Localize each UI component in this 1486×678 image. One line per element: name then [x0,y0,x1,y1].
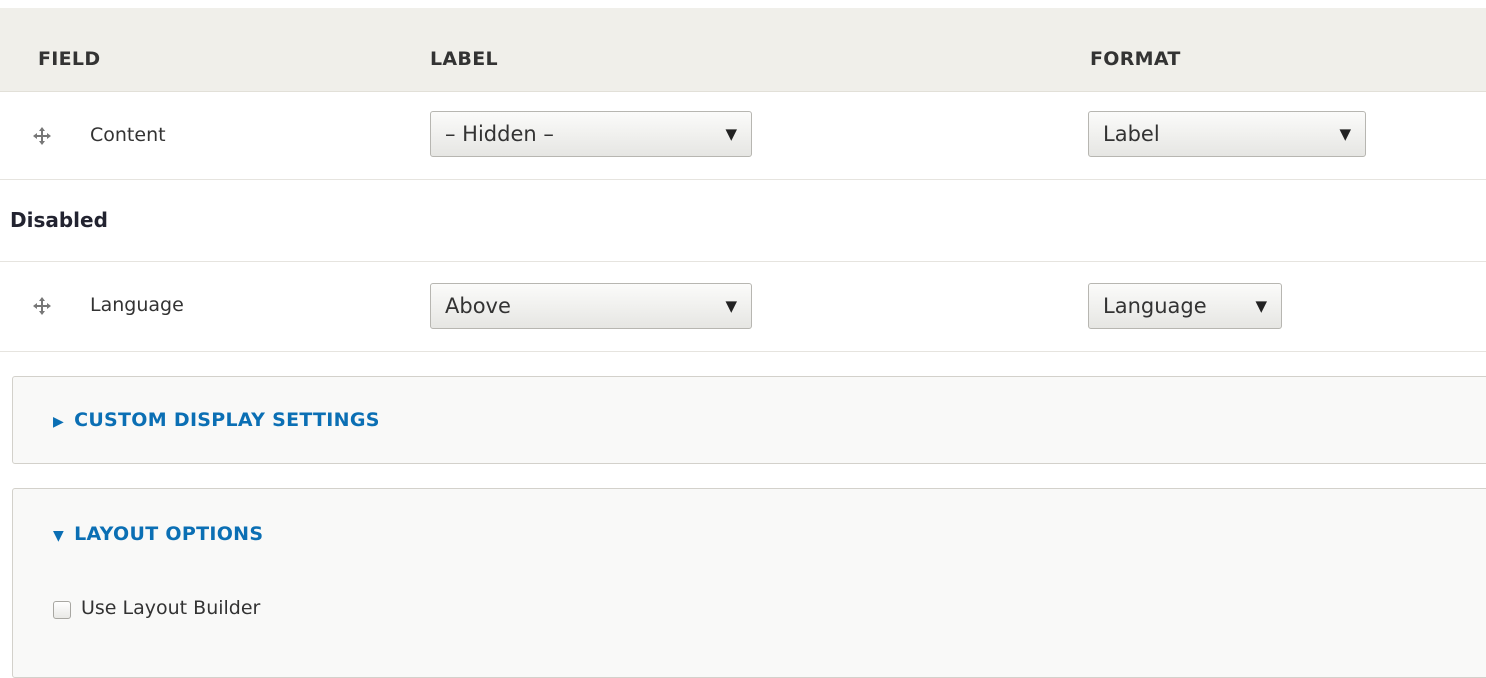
triangle-right-icon: ▶ [53,414,65,430]
use-layout-builder-label[interactable]: Use Layout Builder [81,597,260,619]
triangle-down-icon: ▼ [1255,297,1267,315]
label-select-value: Above [445,294,511,318]
custom-display-settings-details: ▶ CUSTOM DISPLAY SETTINGS [12,376,1486,464]
label-select-content[interactable]: – Hidden – ▼ [430,111,752,157]
table-row-language: Language Above ▼ Language ▼ [0,262,1486,352]
triangle-down-icon: ▼ [1339,125,1351,143]
header-format: FORMAT [1090,48,1181,70]
layout-options-toggle[interactable]: ▼ LAYOUT OPTIONS [53,523,263,545]
use-layout-builder-checkbox[interactable] [53,601,71,619]
format-select-value: Language [1103,294,1207,318]
triangle-down-icon: ▼ [725,125,737,143]
header-label: LABEL [430,48,498,70]
field-name-language: Language [90,294,184,316]
table-row-content: Content – Hidden – ▼ Label ▼ [0,92,1486,180]
drag-handle-icon[interactable] [32,126,52,146]
format-select-content[interactable]: Label ▼ [1088,111,1366,157]
custom-display-settings-toggle[interactable]: ▶ CUSTOM DISPLAY SETTINGS [53,409,380,431]
field-name-content: Content [90,124,166,146]
label-select-value: – Hidden – [445,122,554,146]
triangle-down-icon: ▼ [725,297,737,315]
label-select-language[interactable]: Above ▼ [430,283,752,329]
triangle-down-icon: ▼ [53,528,65,544]
region-row-disabled: Disabled [0,180,1486,262]
format-select-language[interactable]: Language ▼ [1088,283,1282,329]
drag-handle-icon[interactable] [32,296,52,316]
layout-options-details: ▼ LAYOUT OPTIONS Use Layout Builder [12,488,1486,678]
region-title-disabled: Disabled [10,208,108,232]
format-select-value: Label [1103,122,1160,146]
layout-options-title: LAYOUT OPTIONS [74,523,264,545]
custom-display-settings-title: CUSTOM DISPLAY SETTINGS [74,409,380,431]
table-header: FIELD LABEL FORMAT [0,8,1486,92]
header-field: FIELD [38,48,101,70]
